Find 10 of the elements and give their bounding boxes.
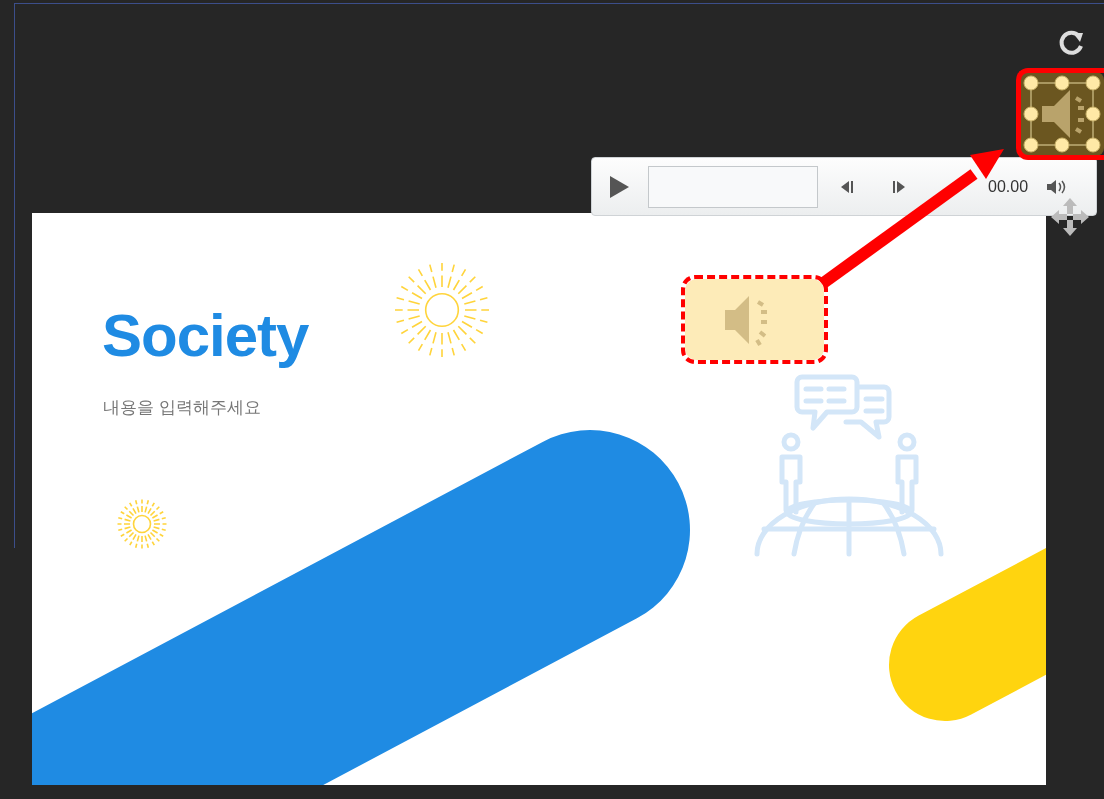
slide-title: Society bbox=[102, 301, 309, 370]
sun-icon bbox=[117, 499, 167, 549]
step-forward-icon bbox=[892, 179, 906, 194]
progress-track[interactable] bbox=[648, 165, 818, 208]
play-icon bbox=[608, 174, 630, 199]
slide-subtitle: 내용을 입력해주세요 bbox=[103, 397, 261, 419]
step-back-icon bbox=[840, 179, 854, 194]
sun-icon bbox=[394, 262, 490, 358]
playback-time: 00.00 bbox=[988, 177, 1029, 196]
move-arrows-icon bbox=[1050, 197, 1090, 237]
